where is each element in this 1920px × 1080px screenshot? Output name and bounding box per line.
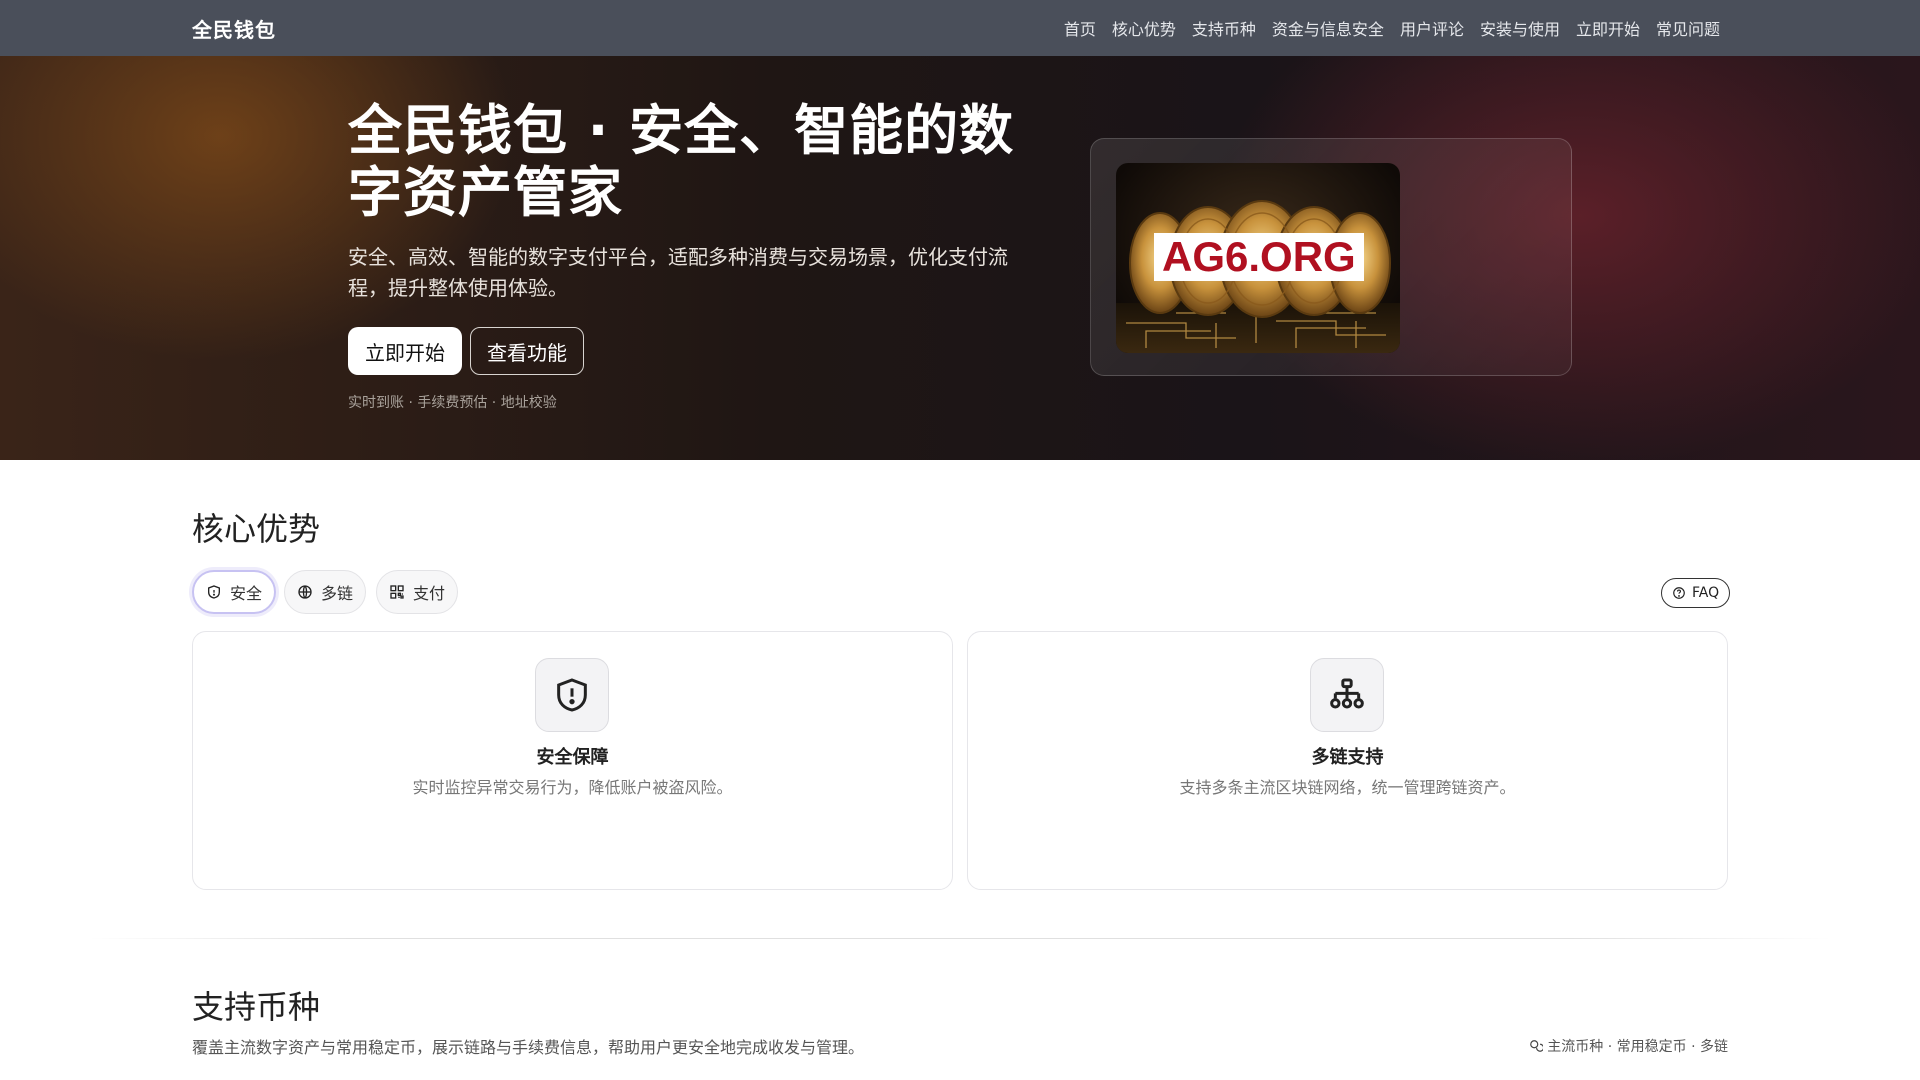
globe-icon bbox=[298, 585, 312, 599]
card-title: 多链支持 bbox=[1311, 747, 1384, 768]
hero-section: 全民钱包 · 安全、智能的数字资产管家 安全、高效、智能的数字支付平台，适配多种… bbox=[0, 56, 1920, 460]
hero-image-panel: AG6.ORG bbox=[1090, 138, 1572, 376]
shield-alert-icon bbox=[557, 678, 587, 712]
network-icon bbox=[1330, 678, 1364, 709]
chip-multichain-label: 多链 bbox=[321, 584, 354, 603]
help-circle-icon bbox=[1673, 587, 1685, 599]
view-features-button[interactable]: 查看功能 bbox=[470, 327, 584, 375]
section-divider bbox=[88, 938, 1832, 939]
hero-title: 全民钱包 · 安全、智能的数字资产管家 bbox=[348, 99, 1015, 224]
hero-subtitle: 安全、高效、智能的数字支付平台，适配多种消费与交易场景，优化支付流程，提升整体使… bbox=[348, 245, 1008, 300]
nav-link-get-started[interactable]: 立即开始 bbox=[1576, 16, 1640, 40]
faq-chip[interactable]: FAQ bbox=[1661, 578, 1731, 608]
coins-icon bbox=[1530, 1040, 1544, 1052]
advantages-section-title: 核心优势 bbox=[192, 510, 321, 548]
currencies-section-title: 支持币种 bbox=[192, 988, 321, 1026]
faq-chip-label: FAQ bbox=[1692, 585, 1720, 601]
card-description: 实时监控异常交易行为，降低账户被盗风险。 bbox=[412, 778, 733, 797]
nav-link-advantages[interactable]: 核心优势 bbox=[1112, 16, 1176, 40]
nav-link-currencies[interactable]: 支持币种 bbox=[1192, 16, 1256, 40]
nav-link-reviews[interactable]: 用户评论 bbox=[1400, 16, 1464, 40]
qr-code-icon bbox=[390, 585, 404, 599]
advantage-card-security: 安全保障 实时监控异常交易行为，降低账户被盗风险。 bbox=[192, 631, 953, 890]
advantage-card-multichain: 多链支持 支持多条主流区块链网络，统一管理跨链资产。 bbox=[967, 631, 1728, 890]
currencies-section-description: 覆盖主流数字资产与常用稳定币，展示链路与手续费信息，帮助用户更安全地完成收发与管… bbox=[192, 1038, 865, 1057]
get-started-button[interactable]: 立即开始 bbox=[348, 327, 462, 375]
chip-multichain[interactable]: 多链 bbox=[284, 570, 367, 614]
nav-link-security[interactable]: 资金与信息安全 bbox=[1272, 16, 1384, 40]
chip-payment[interactable]: 支付 bbox=[376, 570, 459, 614]
hero-feature-tags: 实时到账 · 手续费预估 · 地址校验 bbox=[348, 395, 557, 411]
hero-coins-image: AG6.ORG bbox=[1116, 163, 1400, 353]
brand-logo-text[interactable]: 全民钱包 bbox=[192, 14, 276, 43]
nav-link-faq[interactable]: 常见问题 bbox=[1656, 16, 1720, 40]
card-icon-box bbox=[1310, 658, 1384, 732]
currencies-meta-tags: 主流币种 · 常用稳定币 · 多链 bbox=[1529, 1036, 1728, 1056]
card-icon-box bbox=[535, 658, 609, 732]
top-navbar: 全民钱包 首页 核心优势 支持币种 资金与信息安全 用户评论 安装与使用 立即开… bbox=[0, 0, 1920, 56]
currencies-meta-text: 主流币种 · 常用稳定币 · 多链 bbox=[1547, 1039, 1728, 1055]
card-title: 安全保障 bbox=[536, 747, 609, 768]
card-description: 支持多条主流区块链网络，统一管理跨链资产。 bbox=[1179, 778, 1516, 797]
shield-icon bbox=[208, 585, 220, 599]
nav-links: 首页 核心优势 支持币种 资金与信息安全 用户评论 安装与使用 立即开始 常见问… bbox=[1064, 0, 1720, 56]
chip-payment-label: 支付 bbox=[413, 584, 446, 603]
nav-link-install[interactable]: 安装与使用 bbox=[1480, 16, 1560, 40]
nav-link-home[interactable]: 首页 bbox=[1064, 16, 1096, 40]
image-watermark-label: AG6.ORG bbox=[1154, 233, 1364, 281]
chip-security[interactable]: 安全 bbox=[192, 570, 277, 614]
chip-security-label: 安全 bbox=[230, 584, 263, 603]
